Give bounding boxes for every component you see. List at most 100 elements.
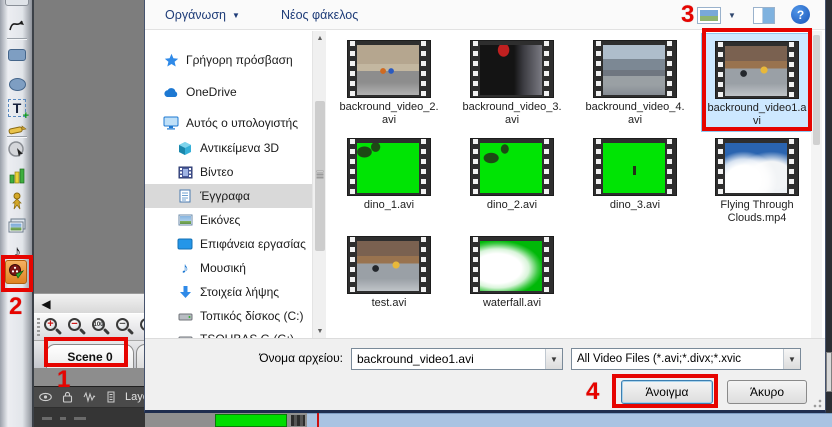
music-note-icon: ♪ — [181, 259, 189, 277]
sidebar-item-quick-access[interactable]: Γρήγορη πρόσβαση — [163, 48, 293, 72]
video-thumbnail — [470, 236, 554, 294]
annotation-box-3 — [702, 28, 812, 131]
organize-button[interactable]: Οργάνωση ▼ — [159, 0, 246, 30]
video-thumbnail — [347, 40, 431, 98]
annotation-number-4: 4 — [586, 378, 600, 405]
nav-scrollbar-thumb[interactable] — [315, 101, 325, 251]
timeline-panel: Layer — [34, 386, 153, 427]
star-icon — [163, 52, 179, 68]
video-thumbnail — [347, 236, 431, 294]
sidebar-item-onedrive[interactable]: OneDrive — [163, 80, 237, 104]
rectangle-tool-icon[interactable] — [6, 44, 28, 66]
video-thumbnail — [593, 138, 677, 196]
filename-input[interactable]: backround_video1.avi ▼ — [351, 348, 563, 370]
zoom-fit-button[interactable]: − — [114, 317, 136, 339]
zoom-100-button[interactable]: 100 — [90, 317, 112, 339]
cube-3d-icon — [177, 140, 193, 156]
dialog-footer: Όνομα αρχείου: backround_video1.avi ▼ Al… — [145, 338, 825, 410]
toolbar-divider — [7, 136, 27, 138]
zoom-in-button[interactable]: + — [42, 317, 64, 339]
scroll-up-arrow[interactable]: ▲ — [313, 31, 327, 45]
resize-grip[interactable] — [810, 396, 822, 408]
filetype-dropdown-arrow[interactable]: ▼ — [783, 349, 800, 369]
panel-spacer — [34, 368, 160, 386]
preview-pane-button[interactable] — [753, 7, 775, 24]
scroll-down-arrow[interactable]: ▼ — [313, 324, 327, 338]
video-thumbnail — [470, 40, 554, 98]
file-item[interactable]: backround_video_2.avi — [333, 40, 445, 127]
new-folder-button[interactable]: Νέος φάκελος — [275, 0, 364, 30]
video-thumbnail — [347, 138, 431, 196]
desktop-icon — [177, 236, 193, 252]
file-item[interactable]: dino_2.avi — [456, 138, 568, 212]
images-tool-icon[interactable] — [6, 215, 28, 237]
timeline-row — [34, 408, 145, 427]
file-item[interactable]: backround_video_4.avi — [579, 40, 691, 127]
usb-drive-icon — [177, 331, 193, 338]
file-list-scrollbar-thumb[interactable] — [813, 35, 820, 145]
filename-dropdown-arrow[interactable]: ▼ — [545, 349, 562, 369]
sidebar-item-videos[interactable]: Βίντεο — [177, 160, 233, 184]
help-button[interactable]: ? — [791, 5, 810, 24]
file-list-scrollbar[interactable] — [811, 31, 822, 338]
sidebar-item-3d-objects[interactable]: Αντικείμενα 3D — [177, 136, 279, 160]
sidebar-item-desktop[interactable]: Επιφάνεια εργασίας — [177, 232, 306, 256]
picture-icon — [177, 212, 193, 228]
scroll-left-arrow[interactable]: ◀ — [38, 296, 54, 312]
timeline-track-strip — [145, 413, 832, 427]
video-thumbnail — [715, 138, 799, 196]
file-item[interactable]: dino_1.avi — [333, 138, 445, 212]
drawing-toolbar: T + ♪ — [0, 0, 34, 427]
navigation-pane: Γρήγορη πρόσβαση OneDrive Αυτός ο υπολογ… — [145, 31, 317, 338]
change-view-button[interactable] — [697, 7, 721, 24]
toolbar-grip — [37, 318, 40, 338]
sidebar-item-this-pc[interactable]: Αυτός ο υπολογιστής — [163, 111, 298, 135]
computer-icon — [163, 115, 179, 131]
sidebar-item-local-disk-c[interactable]: Τοπικός δίσκος (C:) — [177, 304, 304, 328]
filetype-select[interactable]: All Video Files (*.avi;*.divx;*.xvic ▼ — [571, 348, 801, 370]
bar-chart-icon[interactable] — [6, 164, 28, 186]
chevron-down-icon: ▼ — [232, 10, 240, 20]
wheel-tool-icon[interactable] — [6, 139, 28, 161]
horizontal-scroll-strip: ◀ — [34, 293, 160, 313]
text-tool-glyph: T — [12, 100, 22, 116]
sidebar-item-music[interactable]: ♪ Μουσική — [177, 256, 246, 280]
app-right-edge — [826, 0, 832, 413]
file-item[interactable]: Flying Through Clouds.mp4 — [701, 138, 813, 225]
download-arrow-icon — [177, 284, 193, 300]
nav-scrollbar[interactable]: ▲ ▼ — [312, 31, 326, 338]
view-dropdown-caret[interactable]: ▼ — [728, 11, 736, 20]
annotation-box-2 — [1, 255, 33, 292]
file-item[interactable]: waterfall.avi — [456, 236, 568, 310]
toolbar-divider — [7, 38, 27, 40]
waveform-icon[interactable] — [81, 389, 97, 405]
sidebar-item-pictures[interactable]: Εικόνες — [177, 208, 240, 232]
playhead-marker[interactable] — [317, 413, 319, 427]
cancel-button[interactable]: Άκυρο — [727, 380, 807, 404]
eye-icon[interactable] — [37, 389, 53, 405]
file-item[interactable]: backround_video_3.avi — [456, 40, 568, 127]
document-icon — [177, 188, 193, 204]
timeline-tick-marks — [291, 415, 305, 426]
list-icon[interactable] — [103, 389, 119, 405]
timeline-ruler[interactable] — [307, 413, 832, 427]
curve-tool-icon[interactable] — [6, 13, 28, 35]
character-tool-icon[interactable] — [6, 190, 28, 212]
film-icon — [177, 164, 193, 180]
annotation-number-2: 2 — [9, 293, 23, 320]
screen: T + ♪ ◀ + − 100 − Scene 0 Layer Οργάνωση… — [0, 0, 832, 427]
sidebar-item-downloads[interactable]: Στοιχεία λήψης — [177, 280, 279, 304]
ellipse-tool-icon[interactable] — [6, 73, 28, 95]
timeline-green-clip[interactable] — [215, 414, 287, 427]
file-item[interactable]: test.avi — [333, 236, 445, 310]
sidebar-item-usb-drive-g[interactable]: TSOUBAS G (G:) — [177, 327, 294, 338]
sidebar-item-documents[interactable]: Έγγραφα — [145, 184, 317, 208]
cloud-icon — [163, 84, 179, 100]
annotation-box-4 — [612, 374, 718, 408]
filename-label: Όνομα αρχείου: — [259, 351, 343, 365]
partial-tool-button[interactable] — [5, 0, 29, 6]
file-item[interactable]: dino_3.avi — [579, 138, 691, 212]
zoom-out-button[interactable]: − — [66, 317, 88, 339]
text-tool-icon[interactable]: T + — [6, 97, 29, 122]
video-thumbnail — [593, 40, 677, 98]
